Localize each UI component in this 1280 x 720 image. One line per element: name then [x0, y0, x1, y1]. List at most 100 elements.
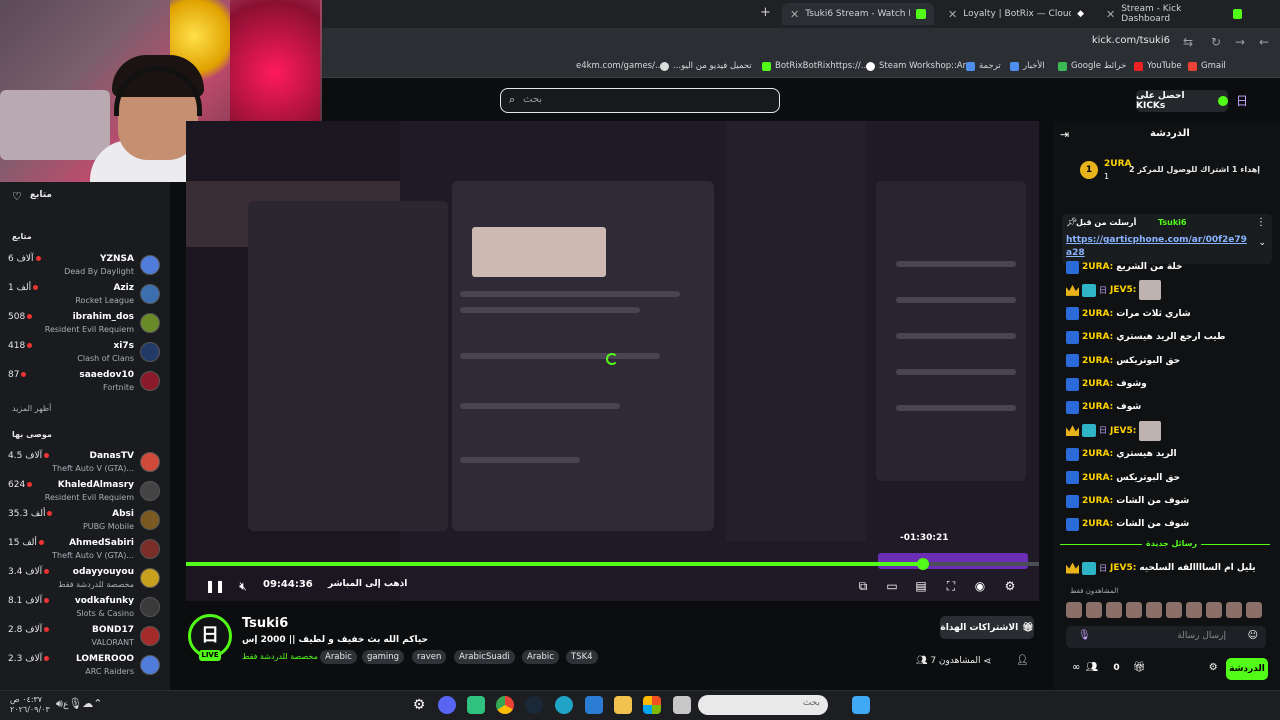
taskbar-file-icon[interactable]: [585, 696, 603, 714]
share-icon[interactable]: ⋖: [983, 656, 991, 667]
chevron-up-icon[interactable]: ⌃: [93, 697, 102, 710]
get-kicks-button[interactable]: احصل على KICKs: [1136, 90, 1228, 112]
video-player[interactable]: [186, 121, 1039, 601]
chat-username[interactable]: 2URA:: [1082, 402, 1113, 412]
sidebar-channel[interactable]: AhmedSabiri 15 ألف Theft Auto V (GTA)...: [8, 536, 160, 564]
tab-kick-dashboard[interactable]: ✕ Stream - Kick Dashboard: [1098, 3, 1250, 25]
bookmark-video-download[interactable]: ...تحميل فيديو من اليو: [660, 61, 752, 71]
sidebar-channel[interactable]: BOND17 2.8 آلاف VALORANT: [8, 623, 160, 651]
chat-send-button[interactable]: الدردشة: [1226, 658, 1268, 680]
taskbar-chrome-icon[interactable]: [496, 696, 514, 714]
emote[interactable]: [1126, 602, 1142, 618]
bookmark-e4km[interactable]: e4km.com/games/...: [576, 61, 663, 71]
sidebar-channel[interactable]: Absi 35.3 ألف PUBG Mobile: [8, 507, 160, 535]
chat-username[interactable]: 2URA:: [1082, 496, 1113, 506]
chat-username[interactable]: 2URA:: [1082, 379, 1113, 389]
taskbar-store-icon[interactable]: [643, 696, 661, 714]
bookmark-steam-workshop[interactable]: Steam Workshop::Ar...: [866, 61, 973, 71]
bookmark-gmail[interactable]: Gmail: [1188, 61, 1226, 71]
bookmark-google-maps[interactable]: Google خرائط: [1058, 61, 1126, 71]
pause-button[interactable]: ❚❚: [205, 577, 225, 595]
tag-pill[interactable]: Arabic: [320, 650, 357, 664]
clip-icon[interactable]: ⧉: [854, 577, 872, 595]
sidebar-channel[interactable]: ibrahim_dos 508 Resident Evil Requiem: [8, 310, 160, 338]
chat-username[interactable]: 2URA:: [1082, 519, 1113, 529]
mic-icon[interactable]: 🎙︎: [1078, 630, 1091, 641]
mic-tray-icon[interactable]: 🎙︎: [68, 697, 82, 710]
forward-icon[interactable]: →: [1232, 34, 1248, 50]
emoji-icon[interactable]: ☺: [1248, 630, 1258, 641]
chat-username[interactable]: 2URA:: [1082, 356, 1113, 366]
bookmark-news[interactable]: الأخبار: [1010, 61, 1045, 71]
pinned-options-icon[interactable]: ⋮: [1256, 217, 1266, 228]
search-input[interactable]: ⌕ بحث: [500, 88, 780, 113]
reload-icon[interactable]: ↻: [1208, 34, 1224, 50]
network-icon[interactable]: ☁: [82, 697, 93, 710]
mute-icon[interactable]: 🔇︎: [234, 577, 252, 595]
chat-input[interactable]: 🎙︎ إرسال رسالة ☺: [1066, 626, 1266, 648]
link-icon[interactable]: ∞: [1072, 662, 1080, 673]
show-more-link[interactable]: أظهر المزيد: [12, 404, 51, 413]
url-text[interactable]: kick.com/tsuki6: [1092, 35, 1170, 46]
chat-username[interactable]: 2URA:: [1082, 332, 1113, 342]
taskbar-window-icon[interactable]: [673, 696, 691, 714]
taskbar-app-green-icon[interactable]: [467, 696, 485, 714]
back-icon[interactable]: ←: [1256, 34, 1272, 50]
gift-box-icon[interactable]: 🎁︎: [1133, 662, 1146, 673]
taskbar-settings-icon[interactable]: ⚙: [410, 696, 428, 714]
chevron-down-icon[interactable]: ⌄: [1258, 238, 1266, 248]
miniplayer-icon[interactable]: ▤: [912, 577, 930, 595]
chat-username[interactable]: 2URA:: [1082, 309, 1113, 319]
close-icon[interactable]: ✕: [790, 8, 799, 21]
emote[interactable]: [1246, 602, 1262, 618]
close-icon[interactable]: ✕: [948, 8, 957, 21]
volume-icon[interactable]: 🔊︎: [56, 697, 63, 710]
taskbar-steam-icon[interactable]: [525, 696, 543, 714]
progress-bar[interactable]: [186, 558, 1039, 570]
users-icon[interactable]: 👥︎: [1086, 662, 1099, 673]
stream-category[interactable]: مخصصة للدردشة فقط: [242, 652, 318, 661]
sidebar-channel[interactable]: Aziz 1 ألف Rocket League: [8, 281, 160, 309]
tab-tsuki6[interactable]: ✕ Tsuki6 Stream - Watch Live on: [782, 3, 934, 25]
sidebar-channel[interactable]: xi7s 418 Clash of Clans: [8, 339, 160, 367]
system-clock[interactable]: ٠٤:٣٧ ص ٢٠٢٦/٠٩/٠٣: [10, 695, 50, 715]
taskbar-folder-icon[interactable]: [614, 696, 632, 714]
settings-gear-icon[interactable]: ⚙: [1001, 577, 1019, 595]
gift-subs-button[interactable]: الاشتراكات الهداة 🎁︎: [940, 616, 1034, 639]
sidebar-channel[interactable]: vodkafunky 8.1 آلاف Slots & Casino: [8, 594, 160, 622]
chat-username[interactable]: JEV5:: [1110, 426, 1136, 436]
sidebar-channel[interactable]: KhaledAlmasry 624 Resident Evil Requiem: [8, 478, 160, 506]
go-live-button[interactable]: اذهب إلى المباشر: [328, 579, 407, 589]
tab-settings-icon[interactable]: ⇆: [1180, 34, 1196, 50]
bookmark-youtube[interactable]: YouTube: [1134, 61, 1182, 71]
chat-settings-gear-icon[interactable]: ⚙: [1209, 662, 1218, 673]
chat-username[interactable]: 2URA:: [1082, 262, 1113, 272]
taskbar-edge-icon[interactable]: [555, 696, 573, 714]
progress-thumb[interactable]: [916, 558, 929, 570]
bookmark-translate[interactable]: ترجمة: [966, 61, 1001, 71]
windows-start-icon[interactable]: [852, 696, 870, 714]
taskbar-search[interactable]: بحث: [698, 695, 828, 715]
sidebar-channel[interactable]: DanasTV 4.5 آلاف Theft Auto V (GTA)...: [8, 449, 160, 477]
tag-pill[interactable]: raven: [412, 650, 447, 664]
emote[interactable]: [1166, 602, 1182, 618]
chat-username[interactable]: 2URA:: [1082, 473, 1113, 483]
emote[interactable]: [1206, 602, 1222, 618]
tag-pill[interactable]: Arabic: [522, 650, 559, 664]
fullscreen-icon[interactable]: ⛶: [942, 577, 960, 595]
close-icon[interactable]: ✕: [1106, 8, 1115, 21]
tag-pill[interactable]: gaming: [362, 650, 405, 664]
emote[interactable]: [1086, 602, 1102, 618]
follow-user-icon[interactable]: 👤︎: [1016, 655, 1029, 666]
emote[interactable]: [1066, 602, 1082, 618]
sidebar-channel[interactable]: LOMEROOO 2.3 آلاف ARC Raiders: [8, 652, 160, 680]
following-heart-icon[interactable]: ♡: [12, 190, 22, 203]
chat-username[interactable]: 2URA:: [1082, 449, 1113, 459]
taskbar-discord-icon[interactable]: [438, 696, 456, 714]
tag-pill[interactable]: ArabicSuadi: [454, 650, 515, 664]
sidebar-channel[interactable]: YZNSA 6 آلاف Dead By Daylight: [8, 252, 160, 280]
tab-botrix[interactable]: ✕ Loyalty | BotRix — Cloud Stre ◆: [940, 3, 1092, 25]
chat-username[interactable]: JEV5:: [1110, 285, 1136, 295]
emote[interactable]: [1186, 602, 1202, 618]
new-tab-button[interactable]: +: [760, 5, 771, 20]
